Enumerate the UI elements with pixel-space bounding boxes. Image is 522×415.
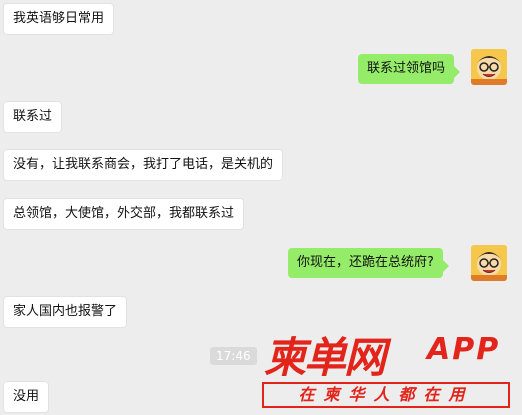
cartoon-face-icon — [471, 49, 507, 85]
message-bubble-outgoing[interactable]: 联系过领馆吗 — [358, 54, 461, 84]
message-bubble-incoming[interactable]: 联系过 — [3, 101, 63, 133]
watermark-logo: 柬单网 APP — [262, 328, 512, 382]
cartoon-face-icon — [471, 245, 507, 281]
watermark-brand-chinese: 柬单网 — [264, 333, 386, 382]
message-bubble-incoming[interactable]: 我英语够日常用 — [3, 3, 115, 35]
watermark-brand-app: APP — [427, 332, 501, 367]
message-bubble-incoming[interactable]: 家人国内也报警了 — [3, 296, 128, 328]
message-bubble-outgoing[interactable]: 你现在，还跪在总统府? — [288, 248, 449, 278]
message-timestamp: 17:46 — [210, 347, 257, 365]
watermark-slogan: 在柬华人都在用 — [262, 382, 510, 408]
user-avatar[interactable] — [471, 49, 507, 85]
message-bubble-incoming[interactable]: 没用 — [3, 381, 50, 413]
message-bubble-incoming[interactable]: 总领馆，大使馆，外交部，我都联系过 — [3, 198, 245, 230]
user-avatar[interactable] — [471, 245, 507, 281]
message-bubble-incoming[interactable]: 没有，让我联系商会，我打了电话，是关机的 — [3, 149, 284, 181]
